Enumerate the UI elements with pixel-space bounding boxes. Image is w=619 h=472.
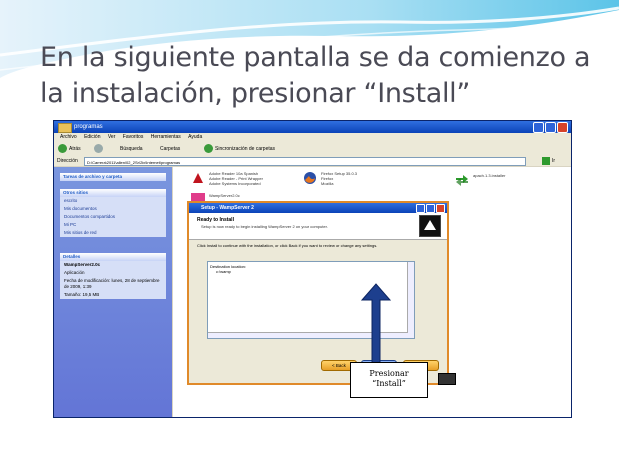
slide: En la siguiente pantalla se da comienzo … [0, 0, 619, 472]
callout-box: Presionar “Install” [350, 362, 428, 398]
callout-line1: Presionar [369, 369, 409, 378]
callout-line2: “Install” [372, 379, 406, 388]
callout-arrow [360, 283, 392, 364]
